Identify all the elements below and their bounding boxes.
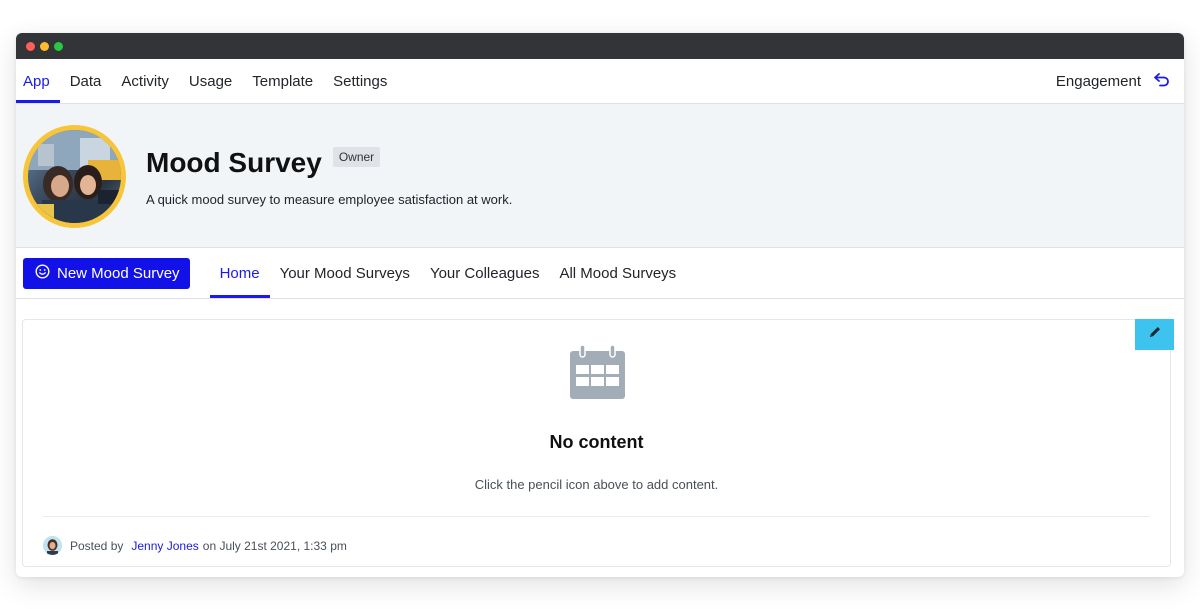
pencil-icon [1148, 325, 1162, 344]
topnav-data[interactable]: Data [60, 59, 112, 103]
empty-content-card: No content Click the pencil icon above t… [22, 319, 1171, 567]
top-navigation: App Data Activity Usage Template Setting… [16, 59, 1184, 104]
new-mood-survey-label: New Mood Survey [57, 264, 180, 282]
tab-your-colleagues[interactable]: Your Colleagues [420, 248, 550, 298]
smiley-icon [35, 263, 50, 283]
post-date: on July 21st 2021, 1:33 pm [202, 538, 347, 553]
workspace-label[interactable]: Engagement [1056, 73, 1141, 90]
owner-badge: Owner [332, 147, 381, 167]
minimize-window-dot[interactable] [40, 41, 49, 51]
author-link[interactable]: Jenny Jones [131, 539, 198, 553]
return-arrow-icon[interactable] [1153, 72, 1170, 91]
app-description: A quick mood survey to measure employee … [146, 192, 513, 207]
topnav-app[interactable]: App [16, 59, 60, 103]
app-window: App Data Activity Usage Template Setting… [16, 33, 1184, 577]
topnav-activity[interactable]: Activity [111, 59, 179, 103]
post-footer: Posted by Jenny Jones on July 21st 2021,… [43, 536, 347, 555]
close-window-dot[interactable] [26, 41, 35, 51]
edit-content-button[interactable] [1135, 319, 1174, 350]
tab-all-mood-surveys[interactable]: All Mood Surveys [549, 248, 686, 298]
topnav-usage[interactable]: Usage [179, 59, 242, 103]
page-title: Mood Survey [146, 147, 322, 178]
calendar-icon [569, 344, 626, 401]
maximize-window-dot[interactable] [54, 41, 63, 51]
window-titlebar [16, 33, 1184, 59]
author-avatar[interactable] [43, 536, 62, 555]
topnav-template[interactable]: Template [242, 59, 323, 103]
new-mood-survey-button[interactable]: New Mood Survey [23, 257, 190, 289]
app-avatar [23, 125, 126, 228]
empty-state-subtitle: Click the pencil icon above to add conte… [474, 477, 719, 492]
app-header: Mood Survey Owner A quick mood survey to… [16, 104, 1184, 248]
sub-navigation: New Mood Survey Home Your Mood Surveys Y… [16, 248, 1184, 299]
app-avatar-photo [28, 130, 121, 223]
posted-by-prefix: Posted by [70, 538, 124, 553]
tab-your-mood-surveys[interactable]: Your Mood Surveys [270, 248, 420, 298]
topnav-settings[interactable]: Settings [323, 59, 397, 103]
empty-state-title: No content [549, 432, 644, 452]
footer-divider [43, 516, 1150, 517]
tab-home[interactable]: Home [209, 248, 270, 298]
